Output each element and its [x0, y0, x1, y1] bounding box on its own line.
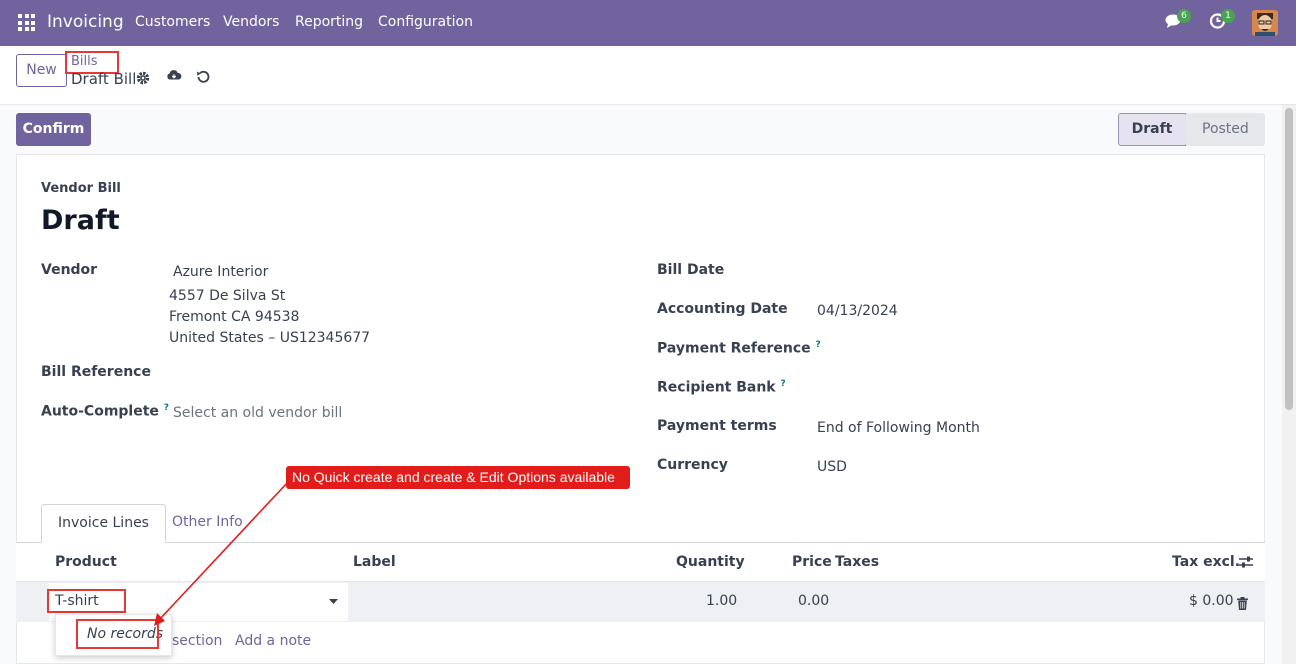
quantity-cell[interactable]: 1.00 [706, 593, 737, 609]
column-settings-icon[interactable] [1239, 555, 1253, 569]
menu-vendors[interactable]: Vendors [223, 14, 279, 30]
form-subtitle: Vendor Bill [41, 181, 121, 196]
col-taxes[interactable]: Taxes [835, 554, 879, 570]
menu-reporting[interactable]: Reporting [295, 14, 363, 30]
price-cell[interactable]: 0.00 [798, 593, 829, 609]
help-icon[interactable]: ? [781, 379, 786, 389]
accounting-date-field[interactable]: 04/13/2024 [817, 303, 898, 319]
top-navbar: Invoicing Customers Vendors Reporting Co… [0, 0, 1296, 46]
bill-date-label: Bill Date [657, 262, 725, 278]
bill-reference-label: Bill Reference [41, 364, 151, 380]
add-note-link[interactable]: Add a note [235, 633, 311, 649]
product-highlight-box [47, 589, 126, 613]
breadcrumb-current: Draft Bill [71, 70, 137, 88]
vendor-address-line: United States – US12345677 [169, 330, 371, 346]
payment-terms-field[interactable]: End of Following Month [817, 420, 980, 436]
col-price[interactable]: Price [792, 554, 832, 570]
menu-configuration[interactable]: Configuration [378, 14, 473, 30]
help-icon[interactable]: ? [816, 340, 821, 350]
tab-invoice-lines[interactable]: Invoice Lines [41, 504, 166, 543]
auto-complete-label-text: Auto-Complete [41, 403, 159, 420]
col-tax-excl[interactable]: Tax excl. [1172, 554, 1240, 570]
accounting-date-label: Accounting Date [657, 301, 788, 317]
stage-posted[interactable]: Posted [1186, 113, 1265, 146]
menu-customers[interactable]: Customers [135, 14, 210, 30]
app-name[interactable]: Invoicing [47, 12, 124, 32]
payment-terms-label: Payment terms [657, 418, 777, 434]
discard-icon[interactable] [195, 69, 211, 85]
recipient-bank-label-text: Recipient Bank [657, 379, 776, 396]
annotation-callout: No Quick create and create & Edit Option… [286, 466, 630, 489]
activities-badge: 1 [1221, 9, 1235, 23]
form-title: Draft [41, 205, 120, 236]
user-avatar[interactable] [1252, 10, 1278, 36]
recipient-bank-label: Recipient Bank ? [657, 379, 786, 396]
subtotal-cell: $ 0.00 [1189, 593, 1234, 609]
new-button[interactable]: New [16, 54, 67, 87]
payment-reference-label-text: Payment Reference [657, 340, 811, 357]
cloud-save-icon[interactable] [166, 68, 182, 84]
vendor-field[interactable]: Azure Interior [173, 264, 268, 280]
scrollbar-thumb[interactable] [1285, 108, 1293, 410]
control-panel: New Bills Draft Bill [0, 46, 1296, 105]
chevron-down-icon[interactable] [329, 599, 338, 604]
stage-draft[interactable]: Draft [1118, 113, 1186, 146]
annotation-arrow [154, 481, 289, 626]
vendor-label: Vendor [41, 262, 98, 278]
currency-field[interactable]: USD [817, 459, 847, 475]
payment-reference-label: Payment Reference ? [657, 340, 821, 357]
no-records-highlight-box [76, 619, 159, 649]
vendor-address-line: 4557 De Silva St [169, 288, 286, 304]
messages-button[interactable]: 6 [1165, 9, 1191, 34]
col-product[interactable]: Product [55, 554, 117, 570]
trash-icon[interactable] [1237, 597, 1248, 610]
auto-complete-label: Auto-Complete ? [41, 403, 169, 420]
add-section-link[interactable]: section [172, 633, 222, 649]
auto-complete-field[interactable]: Select an old vendor bill [173, 405, 342, 421]
messages-badge: 6 [1177, 9, 1191, 23]
activities-button[interactable]: 1 [1209, 9, 1235, 34]
col-label[interactable]: Label [353, 554, 396, 570]
stage-posted-label: Posted [1202, 121, 1249, 137]
confirm-button[interactable]: Confirm [16, 113, 91, 146]
apps-menu-icon[interactable] [18, 14, 35, 31]
gear-icon[interactable] [135, 70, 151, 86]
col-quantity[interactable]: Quantity [676, 554, 745, 570]
help-icon[interactable]: ? [164, 403, 169, 413]
vendor-address-line: Fremont CA 94538 [169, 309, 300, 325]
currency-label: Currency [657, 457, 728, 473]
